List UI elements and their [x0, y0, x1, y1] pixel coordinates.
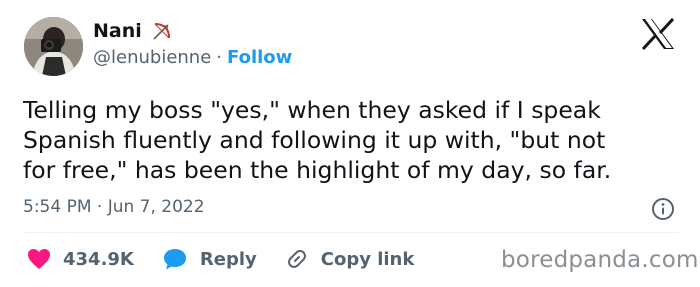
reply-label: Reply: [199, 248, 257, 270]
tweet-text: Telling my boss "yes," when they asked i…: [23, 96, 612, 184]
link-icon: [285, 247, 309, 271]
follow-button[interactable]: Follow: [227, 47, 292, 68]
author-name[interactable]: Nani: [93, 20, 142, 42]
bow-and-arrow-icon: [151, 20, 173, 42]
speech-bubble-icon: [162, 247, 188, 271]
copy-link-button[interactable]: Copy link: [285, 247, 415, 271]
x-logo-icon[interactable]: [640, 17, 676, 51]
separator-dot: ·: [216, 47, 223, 68]
reply-button[interactable]: Reply: [162, 247, 257, 271]
like-button[interactable]: 434.9K: [27, 248, 134, 270]
heart-icon: [27, 248, 51, 270]
timestamp[interactable]: 5:54 PM · Jun 7, 2022: [23, 197, 205, 217]
copy-link-label: Copy link: [320, 248, 415, 270]
divider: [23, 232, 678, 233]
avatar[interactable]: [24, 17, 83, 76]
author-handle[interactable]: @lenubienne: [93, 47, 211, 68]
info-icon[interactable]: [651, 197, 675, 221]
like-count: 434.9K: [63, 248, 134, 270]
watermark: boredpanda.com: [501, 247, 699, 273]
tweet-actions: 434.9K Reply Copy link: [27, 247, 442, 271]
